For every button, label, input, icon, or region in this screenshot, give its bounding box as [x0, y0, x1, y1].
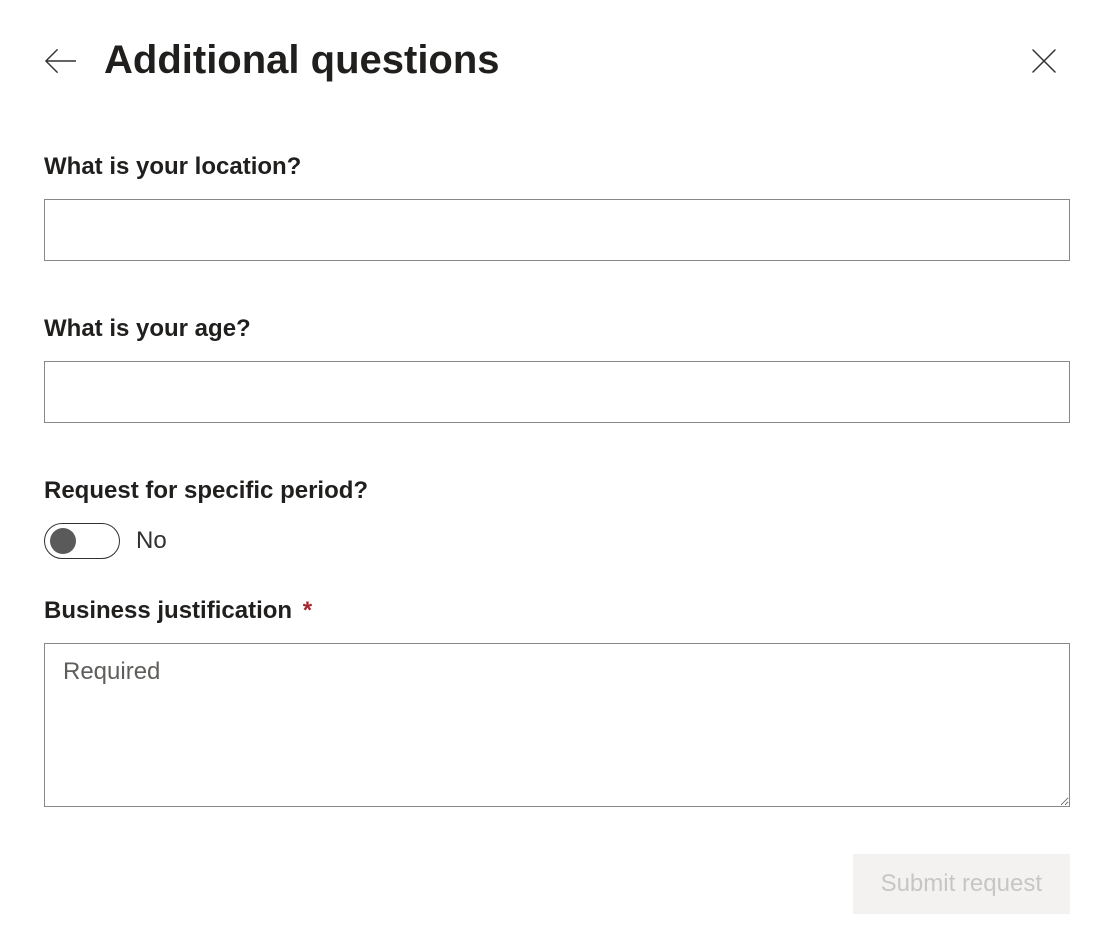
period-label: Request for specific period? — [44, 477, 1070, 505]
period-toggle-value: No — [136, 527, 167, 555]
age-group: What is your age? — [44, 315, 1070, 423]
period-toggle-row: No — [44, 523, 1070, 559]
location-label: What is your location? — [44, 153, 1070, 181]
back-icon[interactable] — [44, 45, 76, 77]
age-input[interactable] — [44, 361, 1070, 423]
dialog-footer: Submit request — [44, 854, 1070, 914]
header-left: Additional questions — [44, 38, 500, 83]
justification-group: Business justification * — [44, 597, 1070, 812]
period-toggle[interactable] — [44, 523, 120, 559]
justification-label-text: Business justification — [44, 597, 292, 624]
location-input[interactable] — [44, 199, 1070, 261]
toggle-knob — [50, 528, 76, 554]
page-title: Additional questions — [104, 38, 500, 83]
submit-button[interactable]: Submit request — [853, 854, 1070, 914]
justification-label: Business justification * — [44, 597, 1070, 625]
required-asterisk: * — [303, 597, 312, 624]
age-label: What is your age? — [44, 315, 1070, 343]
close-icon[interactable] — [1030, 47, 1058, 75]
justification-textarea[interactable] — [44, 643, 1070, 807]
form-content: What is your location? What is your age?… — [44, 153, 1070, 812]
dialog-header: Additional questions — [44, 38, 1070, 83]
location-group: What is your location? — [44, 153, 1070, 261]
period-group: Request for specific period? No — [44, 477, 1070, 559]
